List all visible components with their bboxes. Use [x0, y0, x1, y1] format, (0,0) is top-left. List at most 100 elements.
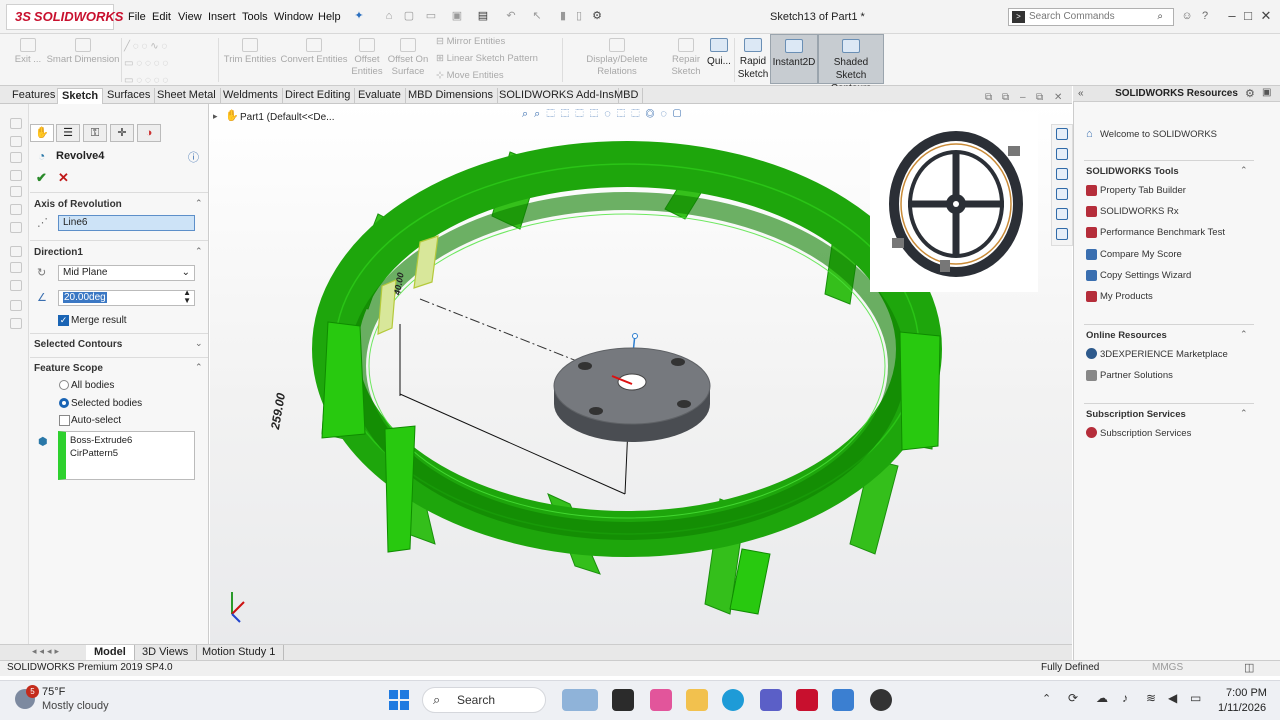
tab-3d-views[interactable]: 3D Views: [134, 645, 198, 660]
property-manager-tab-icon[interactable]: ☰: [56, 124, 80, 142]
property-tab-builder-link[interactable]: Property Tab Builder: [1100, 185, 1186, 196]
feature-scope-header[interactable]: Feature Scope: [34, 363, 103, 374]
collapse-chevron-icon[interactable]: ⌃: [195, 362, 203, 373]
close-button[interactable]: ✕: [1258, 8, 1274, 24]
subscription-link[interactable]: Subscription Services: [1100, 428, 1191, 439]
status-chat-icon[interactable]: ◫: [1244, 661, 1254, 674]
shaded-sketch-contours-toggle[interactable]: Shaded Sketch Contours: [818, 34, 884, 94]
rebuild-icon[interactable]: ▮: [556, 9, 570, 23]
strip-icon[interactable]: [10, 300, 22, 311]
solidworks-taskbar-icon[interactable]: [796, 689, 818, 711]
resources-home-icon[interactable]: [1056, 128, 1068, 140]
design-library-icon[interactable]: [1056, 148, 1068, 160]
tab-sheet-metal[interactable]: Sheet Metal: [153, 88, 221, 104]
teams-icon[interactable]: [760, 689, 782, 711]
tab-direct-editing[interactable]: Direct Editing: [281, 88, 356, 104]
pane-options-gear-icon[interactable]: ⚙: [1245, 87, 1255, 100]
list-item[interactable]: Boss-Extrude6: [66, 432, 194, 446]
copy-settings-link[interactable]: Copy Settings Wizard: [1100, 270, 1191, 281]
strip-icon[interactable]: [10, 222, 22, 233]
convert-entities-button[interactable]: Convert Entities: [280, 38, 348, 66]
menu-window[interactable]: Window: [274, 11, 313, 23]
file-explorer-icon[interactable]: [686, 689, 708, 711]
options-gear-icon[interactable]: ⚙: [590, 9, 604, 23]
tab-weldments[interactable]: Weldments: [219, 88, 283, 104]
offset-entities-button[interactable]: Offset Entities: [350, 38, 384, 78]
collapse-chevron-icon[interactable]: ⌃: [195, 246, 203, 257]
configuration-manager-tab-icon[interactable]: ⚿: [83, 124, 107, 142]
appearances-icon[interactable]: [1056, 208, 1068, 220]
display-manager-tab-icon[interactable]: ◑: [137, 124, 161, 142]
volume-icon[interactable]: ◀: [1168, 691, 1177, 705]
collapse-chevron-icon[interactable]: ⌃: [195, 198, 203, 209]
search-commands-input[interactable]: > Search Commands ⌕: [1008, 8, 1174, 26]
view-palette-icon[interactable]: [1056, 188, 1068, 200]
file-properties-icon[interactable]: ▯: [572, 9, 586, 23]
open-icon[interactable]: ▭: [424, 9, 438, 23]
show-hidden-icons-chevron[interactable]: ⌃: [1042, 692, 1051, 705]
tab-motion-study[interactable]: Motion Study 1: [194, 645, 285, 660]
strip-icon[interactable]: [10, 170, 22, 181]
dimxpert-tab-icon[interactable]: ✛: [110, 124, 134, 142]
user-icon[interactable]: ☺: [1180, 9, 1194, 23]
collapse-chevron-icon[interactable]: ⌃: [1240, 408, 1248, 419]
spinner-icon[interactable]: ▲ ▼: [183, 289, 191, 305]
pane-pin-icon[interactable]: ▣: [1262, 87, 1271, 98]
all-bodies-radio[interactable]: [59, 380, 69, 390]
clock-time[interactable]: 7:00 PM: [1226, 687, 1267, 699]
compare-score-link[interactable]: Compare My Score: [1100, 249, 1182, 260]
task-view-icon[interactable]: [612, 689, 634, 711]
sync-icon[interactable]: ⟳: [1068, 691, 1078, 705]
welcome-link[interactable]: Welcome to SOLIDWORKS: [1100, 129, 1217, 140]
repair-sketch-button[interactable]: Repair Sketch: [670, 38, 702, 78]
end-condition-select[interactable]: Mid Plane ⌄: [58, 265, 195, 281]
feature-manager-tab-icon[interactable]: ✋: [30, 124, 54, 142]
file-explorer-icon[interactable]: [1056, 168, 1068, 180]
wifi-icon[interactable]: ≋: [1146, 691, 1156, 705]
tab-mbd[interactable]: MBD: [610, 88, 644, 104]
expand-chevron-icon[interactable]: ⌄: [195, 338, 203, 349]
quick-snaps-button[interactable]: Qui...: [706, 38, 732, 68]
linear-sketch-pattern-button[interactable]: ⊞ Linear Sketch Pattern: [436, 53, 538, 65]
subscription-section-header[interactable]: Subscription Services: [1086, 409, 1186, 420]
viewport-close-icon[interactable]: ✕: [1054, 92, 1062, 103]
my-products-link[interactable]: My Products: [1100, 291, 1153, 302]
tab-model[interactable]: Model: [86, 645, 135, 660]
new-document-icon[interactable]: ▢: [402, 9, 416, 23]
trim-entities-button[interactable]: Trim Entities: [222, 38, 278, 66]
display-delete-relations-button[interactable]: Display/Delete Relations: [566, 38, 668, 78]
pin-icon[interactable]: ✦: [352, 9, 366, 23]
partner-solutions-link[interactable]: Partner Solutions: [1100, 370, 1173, 381]
weather-temperature[interactable]: 75°F: [42, 686, 65, 698]
benchmark-link[interactable]: Performance Benchmark Test: [1100, 227, 1225, 238]
ok-check-button[interactable]: ✔: [36, 170, 47, 186]
axis-selection-field[interactable]: Line6: [58, 215, 195, 231]
widgets-icon[interactable]: [562, 689, 598, 711]
tab-mbd-dimensions[interactable]: MBD Dimensions: [404, 88, 498, 104]
smart-dimension-button[interactable]: Smart Dimension: [46, 38, 120, 66]
marketplace-link[interactable]: 3DEXPERIENCE Marketplace: [1100, 349, 1228, 360]
merge-result-checkbox[interactable]: ✓: [58, 315, 69, 326]
viewport-restore-icon[interactable]: ⧉: [1036, 92, 1043, 103]
tools-section-header[interactable]: SOLIDWORKS Tools: [1086, 166, 1179, 177]
viewport-minimize-icon[interactable]: –: [1020, 92, 1026, 103]
tab-evaluate[interactable]: Evaluate: [354, 88, 406, 104]
help-icon[interactable]: ⓘ: [188, 149, 199, 165]
edge-browser-icon[interactable]: [722, 689, 744, 711]
strip-icon[interactable]: [10, 246, 22, 257]
angle-input[interactable]: 20.00deg ▲ ▼: [58, 289, 195, 306]
app-icon[interactable]: [870, 689, 892, 711]
bodies-list[interactable]: Boss-Extrude6 CirPattern5: [58, 431, 195, 480]
strip-icon[interactable]: [10, 186, 22, 197]
exit-sketch-button[interactable]: Exit ...: [12, 38, 44, 66]
strip-icon[interactable]: [10, 204, 22, 215]
strip-icon[interactable]: [10, 318, 22, 329]
reverse-direction-icon[interactable]: ↻: [37, 266, 46, 279]
tab-sketch[interactable]: Sketch: [57, 88, 104, 104]
tab-surfaces[interactable]: Surfaces: [103, 88, 156, 104]
home-icon[interactable]: ⌂: [382, 9, 396, 23]
strip-icon[interactable]: [10, 118, 22, 129]
help-icon[interactable]: ?: [1198, 9, 1212, 23]
rapid-sketch-button[interactable]: Rapid Sketch: [736, 38, 770, 81]
menu-file[interactable]: File: [128, 11, 146, 23]
